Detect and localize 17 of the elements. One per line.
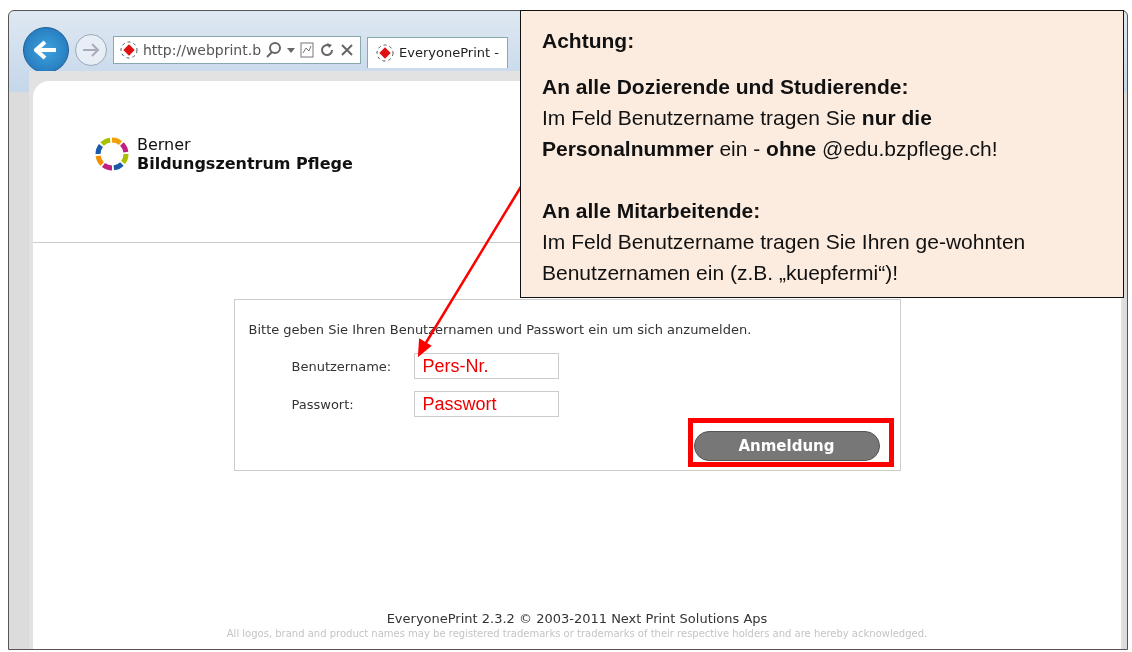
copyright-text: EveryonePrint 2.3.2 © 2003-2011 Next Print Solutions Aps bbox=[386, 611, 768, 626]
address-bar[interactable]: http://webprint.b bbox=[113, 36, 362, 64]
callout-heading: An alle Mitarbeitende: bbox=[542, 198, 762, 224]
callout-text: Im Feld Benutzername tragen Sie nur die Personalnummer ein - ohne @edu.bzpflege.ch! bbox=[542, 105, 999, 162]
url-text: http://webprint.b bbox=[143, 42, 262, 58]
callout-text: Im Feld Benutzername tragen Sie Ihren ge-wohnten Benutzernamen ein (z.B. „kuepfermi“)! bbox=[542, 229, 1027, 286]
browser-tab[interactable]: EveryonePrint - bbox=[367, 36, 508, 68]
logo-text: Berner bbox=[137, 134, 192, 154]
callout-heading: An alle Dozierende und Studierende: bbox=[542, 74, 910, 100]
input-field[interactable]: Pers-Nr. bbox=[413, 353, 559, 379]
login-button[interactable]: Anmeldung bbox=[693, 431, 880, 461]
logo-text: Bildungszentrum Pflege bbox=[137, 153, 353, 173]
input-field[interactable]: Passwort bbox=[413, 391, 559, 417]
tab-title: EveryonePrint - bbox=[399, 45, 499, 60]
callout-title: Achtung: bbox=[542, 28, 636, 54]
field-label: Benutzername: bbox=[291, 358, 393, 374]
field-label: Passwort: bbox=[291, 396, 355, 412]
